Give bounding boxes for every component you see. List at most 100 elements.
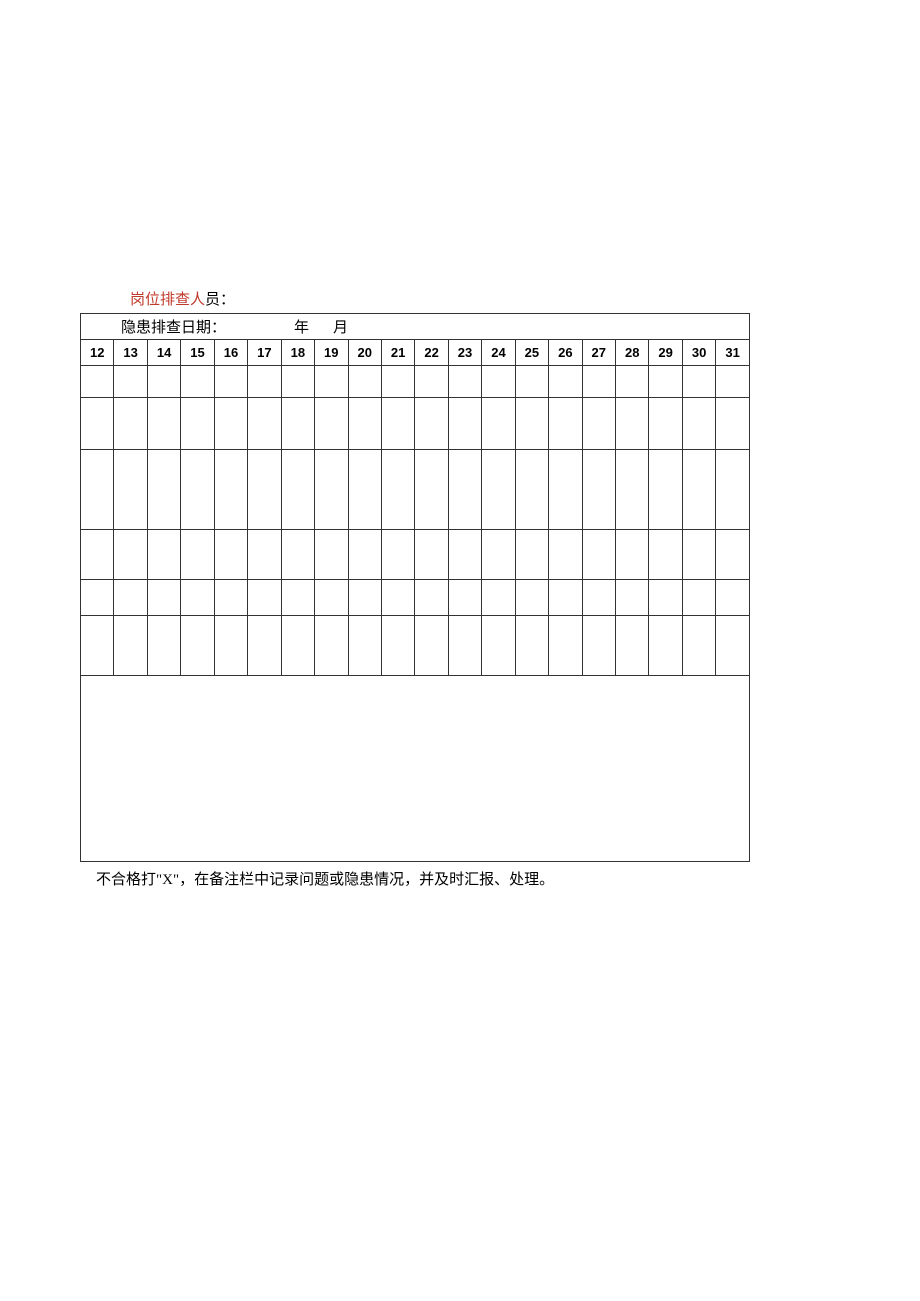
- date-month-label: 月: [333, 316, 348, 337]
- table-cell: [181, 398, 214, 450]
- table-cell: [147, 530, 180, 580]
- day-col: 29: [649, 340, 682, 366]
- table-cell: [248, 580, 281, 616]
- table-cell: [214, 530, 247, 580]
- table-cell: [114, 530, 147, 580]
- day-col: 17: [248, 340, 281, 366]
- table-cell: [381, 580, 414, 616]
- table-cell: [181, 530, 214, 580]
- table-cell: [682, 366, 715, 398]
- day-col: 22: [415, 340, 448, 366]
- table-cell: [248, 530, 281, 580]
- table-cell: [448, 580, 481, 616]
- table-cell: [448, 616, 481, 676]
- table-cell: [682, 580, 715, 616]
- table-cell: [515, 580, 548, 616]
- table-cell: [616, 530, 649, 580]
- table-cell: [114, 366, 147, 398]
- table-cell: [281, 580, 314, 616]
- table-footer-cell: [81, 676, 750, 862]
- table-cell: [716, 398, 750, 450]
- table-cell: [348, 366, 381, 398]
- table-cell: [582, 580, 615, 616]
- table-cell: [515, 530, 548, 580]
- table-cell: [682, 450, 715, 530]
- table-cell: [415, 450, 448, 530]
- table-cell: [549, 398, 582, 450]
- table-cell: [616, 450, 649, 530]
- table-cell: [348, 398, 381, 450]
- day-number-row: 12 13 14 15 16 17 18 19 20 21 22 23 24 2…: [81, 340, 750, 366]
- inspection-table: 隐患排查日期： 年 月 12 13 14 15 16 17 18 19 20 21 …: [80, 313, 750, 862]
- table-cell: [682, 398, 715, 450]
- table-cell: [649, 616, 682, 676]
- day-col: 13: [114, 340, 147, 366]
- table-cell: [214, 398, 247, 450]
- table-cell: [248, 366, 281, 398]
- table-cell: [181, 450, 214, 530]
- table-cell: [515, 398, 548, 450]
- table-cell: [181, 580, 214, 616]
- day-col: 19: [315, 340, 348, 366]
- table-cell: [415, 398, 448, 450]
- day-col: 18: [281, 340, 314, 366]
- date-prefix: 隐患排查日期：: [121, 316, 226, 337]
- table-cell: [214, 580, 247, 616]
- table-cell: [482, 398, 515, 450]
- table-cell: [582, 398, 615, 450]
- table-cell: [181, 366, 214, 398]
- day-col: 28: [616, 340, 649, 366]
- table-cell: [214, 616, 247, 676]
- table-cell: [448, 366, 481, 398]
- table-cell: [649, 366, 682, 398]
- table-cell: [682, 530, 715, 580]
- table-cell: [649, 530, 682, 580]
- table-cell: [482, 530, 515, 580]
- table-cell: [415, 366, 448, 398]
- table-cell: [81, 616, 114, 676]
- table-row: [81, 398, 750, 450]
- table-cell: [114, 580, 147, 616]
- day-col: 14: [147, 340, 180, 366]
- table-cell: [81, 366, 114, 398]
- table-cell: [515, 450, 548, 530]
- table-cell: [415, 616, 448, 676]
- table-cell: [649, 398, 682, 450]
- table-cell: [549, 616, 582, 676]
- personnel-label-red: 岗位排查人: [130, 292, 205, 308]
- table-cell: [448, 398, 481, 450]
- document-container: 岗位排查人员： 隐患排查日期：年月 12 13 14 15 16 17 18 1…: [80, 288, 840, 889]
- table-cell: [81, 530, 114, 580]
- table-cell: [281, 450, 314, 530]
- table-cell: [315, 580, 348, 616]
- day-col: 25: [515, 340, 548, 366]
- table-cell: [716, 580, 750, 616]
- table-row: [81, 580, 750, 616]
- table-cell: [214, 366, 247, 398]
- date-year-label: 年: [294, 316, 309, 337]
- table-cell: [114, 616, 147, 676]
- table-cell: [248, 450, 281, 530]
- table-cell: [315, 366, 348, 398]
- table-cell: [81, 580, 114, 616]
- table-cell: [381, 616, 414, 676]
- table-cell: [482, 616, 515, 676]
- table-cell: [549, 366, 582, 398]
- table-cell: [448, 450, 481, 530]
- table-cell: [381, 530, 414, 580]
- table-cell: [348, 450, 381, 530]
- table-row: [81, 450, 750, 530]
- table-cell: [214, 450, 247, 530]
- table-cell: [716, 530, 750, 580]
- table-cell: [281, 366, 314, 398]
- date-header-row: 隐患排查日期： 年 月: [81, 314, 750, 340]
- table-cell: [549, 580, 582, 616]
- table-cell: [114, 398, 147, 450]
- table-cell: [348, 616, 381, 676]
- day-col: 30: [682, 340, 715, 366]
- table-cell: [181, 616, 214, 676]
- table-cell: [315, 398, 348, 450]
- table-cell: [616, 398, 649, 450]
- table-cell: [549, 450, 582, 530]
- table-cell: [147, 398, 180, 450]
